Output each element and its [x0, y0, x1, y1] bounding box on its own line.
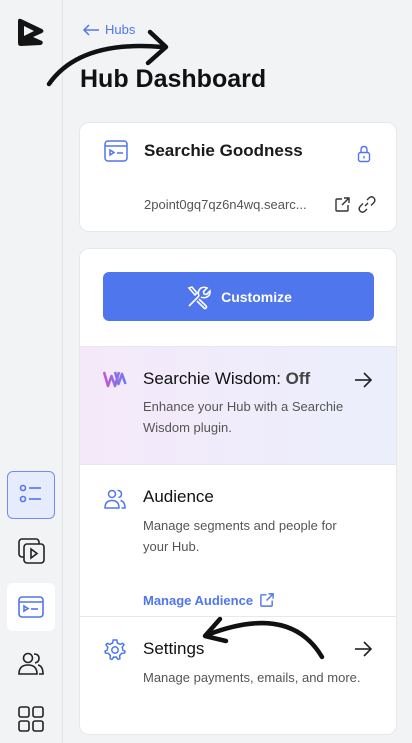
manage-audience-label: Manage Audience [143, 592, 254, 608]
tools-icon [187, 285, 211, 309]
arrow-right-icon[interactable] [353, 640, 373, 658]
hub-url: 2point0gq7qz6n4wq.searc... [144, 197, 307, 212]
rail-apps-icon[interactable] [7, 695, 55, 743]
back-to-hubs-link[interactable]: Hubs [82, 22, 135, 37]
wisdom-title-text: Searchie Wisdom: [143, 369, 281, 388]
settings-title: Settings [143, 639, 205, 658]
audience-description: Manage segments and people for your Hub. [143, 518, 337, 554]
customize-label: Customize [221, 288, 292, 305]
hub-name: Searchie Goodness [144, 141, 303, 160]
wisdom-title: Searchie Wisdom: Off [143, 369, 310, 389]
arrow-left-icon [82, 23, 99, 36]
copy-link-icon[interactable] [357, 195, 376, 214]
wisdom-logo-icon [103, 371, 127, 388]
app-logo-icon[interactable] [13, 15, 47, 49]
back-label: Hubs [105, 22, 136, 37]
arrow-right-icon[interactable] [353, 371, 373, 389]
settings-section[interactable]: Settings Manage payments, emails, and mo… [80, 616, 396, 734]
external-link-icon [260, 593, 274, 607]
customize-button[interactable]: Customize [103, 272, 374, 321]
sidebar-rail [0, 0, 63, 743]
page-title: Hub Dashboard [80, 65, 267, 93]
lock-icon[interactable] [357, 145, 371, 163]
audience-section: Audience Manage segments and people for … [80, 464, 396, 616]
hub-info-card: Searchie Goodness 2point0gq7qz6n4wq.sear… [79, 122, 397, 232]
rail-list-icon[interactable] [7, 471, 55, 519]
settings-description: Manage payments, emails, and more. [143, 670, 361, 685]
rail-videos-icon[interactable] [7, 527, 55, 575]
audience-title: Audience [143, 487, 214, 506]
hub-icon [104, 140, 128, 162]
wisdom-status: Off [285, 369, 311, 388]
external-link-icon[interactable] [334, 196, 351, 213]
manage-audience-link[interactable]: Manage Audience [143, 592, 275, 608]
wisdom-description: Enhance your Hub with a Searchie Wisdom … [143, 399, 344, 435]
audience-icon [104, 489, 126, 509]
hub-actions-card: Customize Searchie Wisdom: Off Enhance y… [79, 248, 397, 735]
rail-people-icon[interactable] [7, 639, 55, 687]
wisdom-section[interactable]: Searchie Wisdom: Off Enhance your Hub wi… [80, 346, 396, 464]
gear-icon [104, 639, 126, 661]
rail-hubs-icon[interactable] [7, 583, 55, 631]
